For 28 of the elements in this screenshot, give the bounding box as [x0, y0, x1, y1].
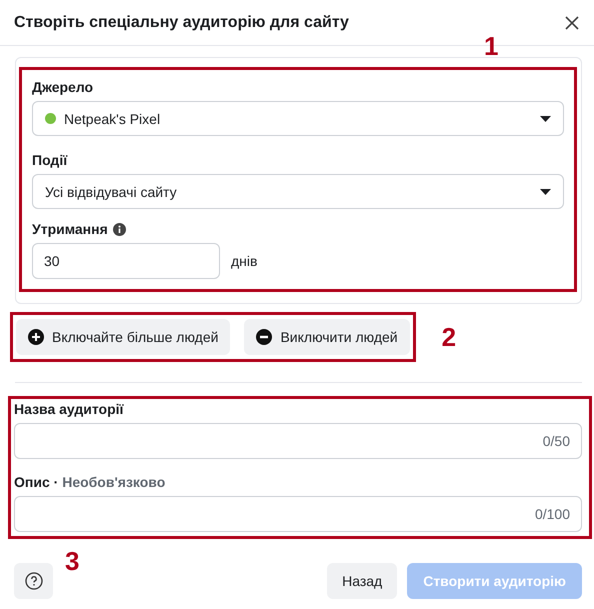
audience-name-field[interactable]: 0/50 — [14, 423, 582, 459]
exclude-button[interactable]: Виключити людей — [244, 319, 410, 355]
char-counter: 0/50 — [542, 433, 570, 449]
field-label: Події — [32, 152, 68, 168]
events-dropdown[interactable]: Усі відвідувачі сайту — [32, 174, 564, 209]
callout-number: 2 — [442, 322, 456, 352]
source-dropdown[interactable]: Netpeak's Pixel — [32, 101, 564, 136]
include-button[interactable]: Включайте більше людей — [16, 319, 230, 355]
dialog-title: Створіть спеціальну аудиторію для сайту — [14, 14, 349, 32]
help-icon — [24, 572, 42, 590]
field-label: Опис · Необов'язково — [14, 474, 166, 490]
char-counter: 0/100 — [534, 506, 570, 522]
help-button[interactable] — [14, 563, 53, 599]
field-label: Джерело — [32, 79, 94, 95]
caret-icon — [540, 116, 551, 122]
callout-number: 1 — [484, 31, 498, 62]
info-icon[interactable] — [112, 222, 126, 236]
field-label: Утримання — [32, 221, 108, 237]
caret-icon — [540, 188, 551, 194]
unit-label: днів — [231, 253, 258, 269]
minus-icon — [256, 329, 272, 345]
plus-icon — [28, 329, 44, 345]
close-button[interactable] — [564, 14, 580, 30]
back-button[interactable]: Назад — [327, 563, 398, 599]
retention-input[interactable]: 30 — [32, 243, 220, 279]
description-field[interactable]: 0/100 — [14, 496, 582, 532]
field-label: Назва аудиторії — [14, 401, 125, 417]
callout-number: 3 — [65, 546, 80, 577]
